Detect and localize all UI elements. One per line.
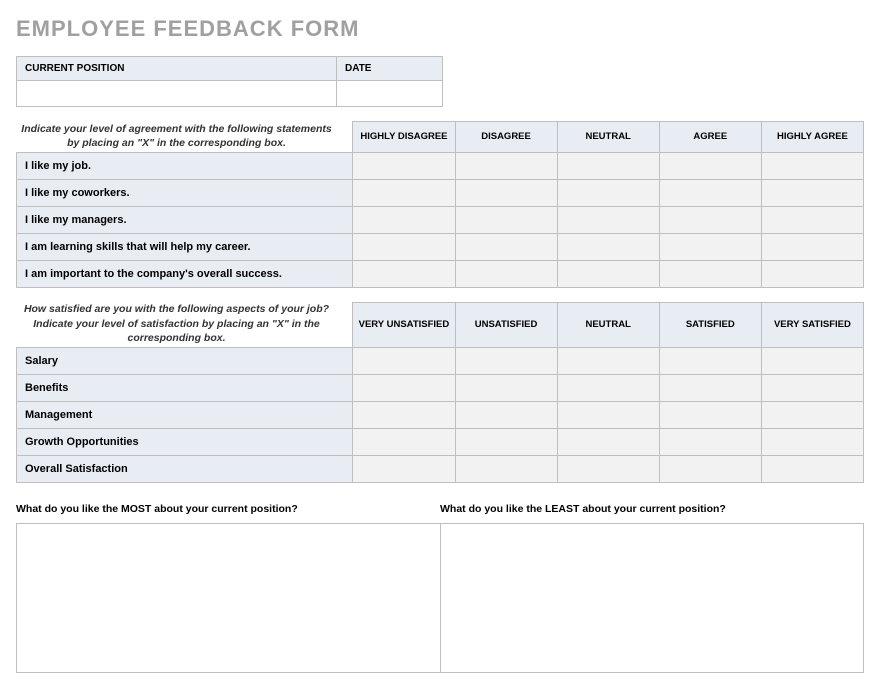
agreement-cell[interactable] bbox=[659, 179, 761, 206]
table-row: Growth Opportunities bbox=[17, 428, 864, 455]
table-row: I like my managers. bbox=[17, 206, 864, 233]
agreement-col-3: AGREE bbox=[659, 122, 761, 153]
agreement-col-0: HIGHLY DISAGREE bbox=[353, 122, 455, 153]
satisfaction-col-2: NEUTRAL bbox=[557, 302, 659, 347]
agreement-row-1: I like my coworkers. bbox=[17, 179, 353, 206]
open-questions: What do you like the MOST about your cur… bbox=[16, 497, 864, 673]
agreement-cell[interactable] bbox=[659, 260, 761, 287]
info-table: CURRENT POSITION DATE bbox=[16, 56, 443, 107]
satisfaction-cell[interactable] bbox=[353, 401, 455, 428]
table-row: Benefits bbox=[17, 374, 864, 401]
satisfaction-cell[interactable] bbox=[557, 347, 659, 374]
agreement-cell[interactable] bbox=[761, 206, 863, 233]
most-answer-box[interactable] bbox=[16, 523, 440, 673]
date-header: DATE bbox=[337, 57, 443, 81]
agreement-matrix: Indicate your level of agreement with th… bbox=[16, 121, 864, 288]
satisfaction-col-0: VERY UNSATISFIED bbox=[353, 302, 455, 347]
agreement-section: Indicate your level of agreement with th… bbox=[16, 121, 868, 288]
satisfaction-col-3: SATISFIED bbox=[659, 302, 761, 347]
satisfaction-col-1: UNSATISFIED bbox=[455, 302, 557, 347]
agreement-row-0: I like my job. bbox=[17, 152, 353, 179]
page-title: EMPLOYEE FEEDBACK FORM bbox=[16, 16, 868, 42]
satisfaction-row-4: Overall Satisfaction bbox=[17, 455, 353, 482]
satisfaction-row-3: Growth Opportunities bbox=[17, 428, 353, 455]
satisfaction-cell[interactable] bbox=[761, 428, 863, 455]
agreement-cell[interactable] bbox=[659, 152, 761, 179]
satisfaction-instructions: How satisfied are you with the following… bbox=[17, 302, 337, 345]
date-input[interactable] bbox=[337, 81, 443, 107]
table-row: Salary bbox=[17, 347, 864, 374]
satisfaction-cell[interactable] bbox=[353, 347, 455, 374]
agreement-row-2: I like my managers. bbox=[17, 206, 353, 233]
satisfaction-cell[interactable] bbox=[353, 374, 455, 401]
agreement-col-1: DISAGREE bbox=[455, 122, 557, 153]
satisfaction-cell[interactable] bbox=[557, 401, 659, 428]
table-row: I am important to the company's overall … bbox=[17, 260, 864, 287]
most-question-label: What do you like the MOST about your cur… bbox=[16, 497, 440, 523]
satisfaction-cell[interactable] bbox=[455, 428, 557, 455]
agreement-cell[interactable] bbox=[557, 152, 659, 179]
satisfaction-cell[interactable] bbox=[455, 455, 557, 482]
agreement-row-4: I am important to the company's overall … bbox=[17, 260, 353, 287]
agreement-cell[interactable] bbox=[353, 260, 455, 287]
agreement-row-3: I am learning skills that will help my c… bbox=[17, 233, 353, 260]
agreement-cell[interactable] bbox=[353, 233, 455, 260]
agreement-cell[interactable] bbox=[353, 179, 455, 206]
agreement-cell[interactable] bbox=[455, 179, 557, 206]
satisfaction-cell[interactable] bbox=[761, 401, 863, 428]
agreement-cell[interactable] bbox=[455, 206, 557, 233]
agreement-cell[interactable] bbox=[557, 260, 659, 287]
agreement-cell[interactable] bbox=[353, 206, 455, 233]
satisfaction-cell[interactable] bbox=[353, 428, 455, 455]
agreement-cell[interactable] bbox=[455, 233, 557, 260]
satisfaction-cell[interactable] bbox=[455, 347, 557, 374]
satisfaction-cell[interactable] bbox=[659, 455, 761, 482]
satisfaction-section: How satisfied are you with the following… bbox=[16, 302, 868, 483]
satisfaction-cell[interactable] bbox=[761, 455, 863, 482]
agreement-cell[interactable] bbox=[353, 152, 455, 179]
agreement-col-2: NEUTRAL bbox=[557, 122, 659, 153]
least-answer-box[interactable] bbox=[440, 523, 864, 673]
satisfaction-cell[interactable] bbox=[659, 401, 761, 428]
satisfaction-row-1: Benefits bbox=[17, 374, 353, 401]
satisfaction-cell[interactable] bbox=[659, 347, 761, 374]
agreement-cell[interactable] bbox=[455, 152, 557, 179]
satisfaction-matrix: How satisfied are you with the following… bbox=[16, 302, 864, 483]
agreement-cell[interactable] bbox=[455, 260, 557, 287]
table-row: I am learning skills that will help my c… bbox=[17, 233, 864, 260]
agreement-col-4: HIGHLY AGREE bbox=[761, 122, 863, 153]
agreement-cell[interactable] bbox=[761, 233, 863, 260]
satisfaction-cell[interactable] bbox=[761, 347, 863, 374]
table-row: Overall Satisfaction bbox=[17, 455, 864, 482]
satisfaction-cell[interactable] bbox=[557, 374, 659, 401]
current-position-header: CURRENT POSITION bbox=[17, 57, 337, 81]
satisfaction-row-0: Salary bbox=[17, 347, 353, 374]
satisfaction-cell[interactable] bbox=[557, 428, 659, 455]
satisfaction-cell[interactable] bbox=[557, 455, 659, 482]
satisfaction-cell[interactable] bbox=[659, 374, 761, 401]
table-row: I like my coworkers. bbox=[17, 179, 864, 206]
table-row: Management bbox=[17, 401, 864, 428]
agreement-cell[interactable] bbox=[557, 179, 659, 206]
agreement-cell[interactable] bbox=[557, 206, 659, 233]
satisfaction-cell[interactable] bbox=[761, 374, 863, 401]
satisfaction-cell[interactable] bbox=[353, 455, 455, 482]
satisfaction-cell[interactable] bbox=[455, 374, 557, 401]
agreement-cell[interactable] bbox=[557, 233, 659, 260]
agreement-cell[interactable] bbox=[659, 206, 761, 233]
current-position-input[interactable] bbox=[17, 81, 337, 107]
satisfaction-cell[interactable] bbox=[659, 428, 761, 455]
satisfaction-row-2: Management bbox=[17, 401, 353, 428]
table-row: I like my job. bbox=[17, 152, 864, 179]
agreement-cell[interactable] bbox=[659, 233, 761, 260]
agreement-cell[interactable] bbox=[761, 152, 863, 179]
satisfaction-cell[interactable] bbox=[455, 401, 557, 428]
agreement-cell[interactable] bbox=[761, 179, 863, 206]
satisfaction-col-4: VERY SATISFIED bbox=[761, 302, 863, 347]
agreement-instructions: Indicate your level of agreement with th… bbox=[17, 122, 337, 150]
agreement-cell[interactable] bbox=[761, 260, 863, 287]
least-question-label: What do you like the LEAST about your cu… bbox=[440, 497, 864, 523]
